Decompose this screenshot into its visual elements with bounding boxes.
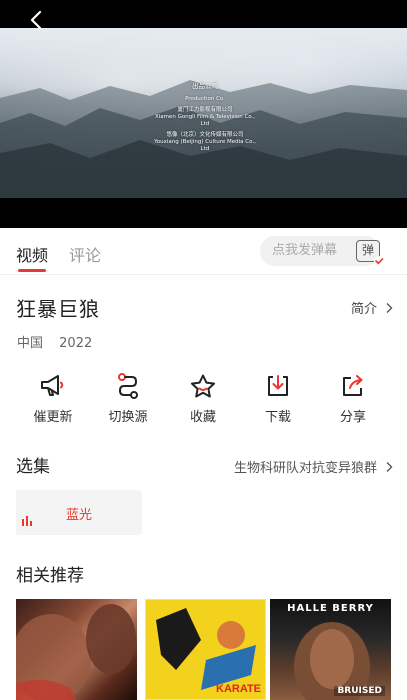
movie-year: 2022 bbox=[59, 336, 93, 351]
request-update-button[interactable]: 催更新 bbox=[18, 372, 88, 425]
episodes-more-link[interactable]: 生物科研队对抗变异狼群 bbox=[234, 457, 393, 477]
playing-indicator-icon bbox=[22, 511, 34, 530]
star-icon bbox=[168, 372, 238, 400]
switch-source-label: 切换源 bbox=[108, 410, 148, 425]
poster-image bbox=[294, 622, 370, 700]
movie-country: 中国 bbox=[17, 336, 44, 351]
related-item-text: KARATE bbox=[216, 683, 261, 695]
related-item[interactable]: HALLE BERRY BRUISED bbox=[270, 599, 391, 700]
related-item-text: HALLE BERRY bbox=[287, 603, 374, 614]
related-item-subtext: BRUISED bbox=[334, 686, 385, 696]
video-credits: 出品公司 Production Co. 厦门工力影视有限公司 Xiamen Go… bbox=[154, 82, 256, 153]
request-update-label: 催更新 bbox=[33, 410, 73, 425]
related-item[interactable] bbox=[16, 599, 137, 700]
favorite-label: 收藏 bbox=[189, 410, 216, 425]
action-row: 催更新 切换源 收藏 下载 分享 bbox=[0, 372, 407, 432]
poster-image bbox=[16, 604, 136, 700]
danmu-toggle-button[interactable]: 弹 bbox=[356, 240, 384, 266]
back-button[interactable] bbox=[26, 8, 46, 32]
switch-source-button[interactable]: 切换源 bbox=[93, 372, 163, 425]
megaphone-icon bbox=[18, 372, 88, 400]
intro-label: 简介 bbox=[351, 302, 378, 317]
movie-title: 狂暴巨狼 bbox=[16, 297, 100, 321]
episodes-heading: 选集 bbox=[16, 457, 50, 477]
danmu-toggle-label: 弹 bbox=[361, 243, 374, 257]
switch-source-icon bbox=[93, 372, 163, 400]
share-button[interactable]: 分享 bbox=[318, 372, 388, 425]
video-player[interactable]: 出品公司 Production Co. 厦门工力影视有限公司 Xiamen Go… bbox=[0, 0, 407, 228]
tab-active-indicator bbox=[18, 269, 46, 272]
tab-comments[interactable]: 评论 bbox=[69, 242, 101, 266]
episode-item[interactable]: 蓝光 bbox=[16, 490, 142, 535]
tab-video[interactable]: 视频 bbox=[16, 242, 48, 266]
chevron-right-icon bbox=[385, 461, 393, 477]
episodes-more-label: 生物科研队对抗变异狼群 bbox=[234, 461, 378, 476]
download-button[interactable]: 下载 bbox=[243, 372, 313, 425]
download-icon bbox=[243, 372, 313, 400]
related-item[interactable]: KARATE bbox=[145, 599, 266, 700]
chevron-right-icon bbox=[385, 302, 393, 318]
chevron-left-icon bbox=[30, 10, 42, 30]
check-icon bbox=[374, 256, 384, 266]
poster-image: KARATE bbox=[146, 600, 265, 699]
intro-link[interactable]: 简介 bbox=[351, 298, 393, 318]
video-frame: 出品公司 Production Co. 厦门工力影视有限公司 Xiamen Go… bbox=[0, 28, 407, 198]
related-heading: 相关推荐 bbox=[16, 566, 84, 586]
share-icon bbox=[318, 372, 388, 400]
favorite-button[interactable]: 收藏 bbox=[168, 372, 238, 425]
movie-meta: 中国 2022 bbox=[17, 332, 92, 351]
share-label: 分享 bbox=[339, 410, 366, 425]
download-label: 下载 bbox=[264, 410, 291, 425]
episode-label: 蓝光 bbox=[65, 508, 92, 523]
